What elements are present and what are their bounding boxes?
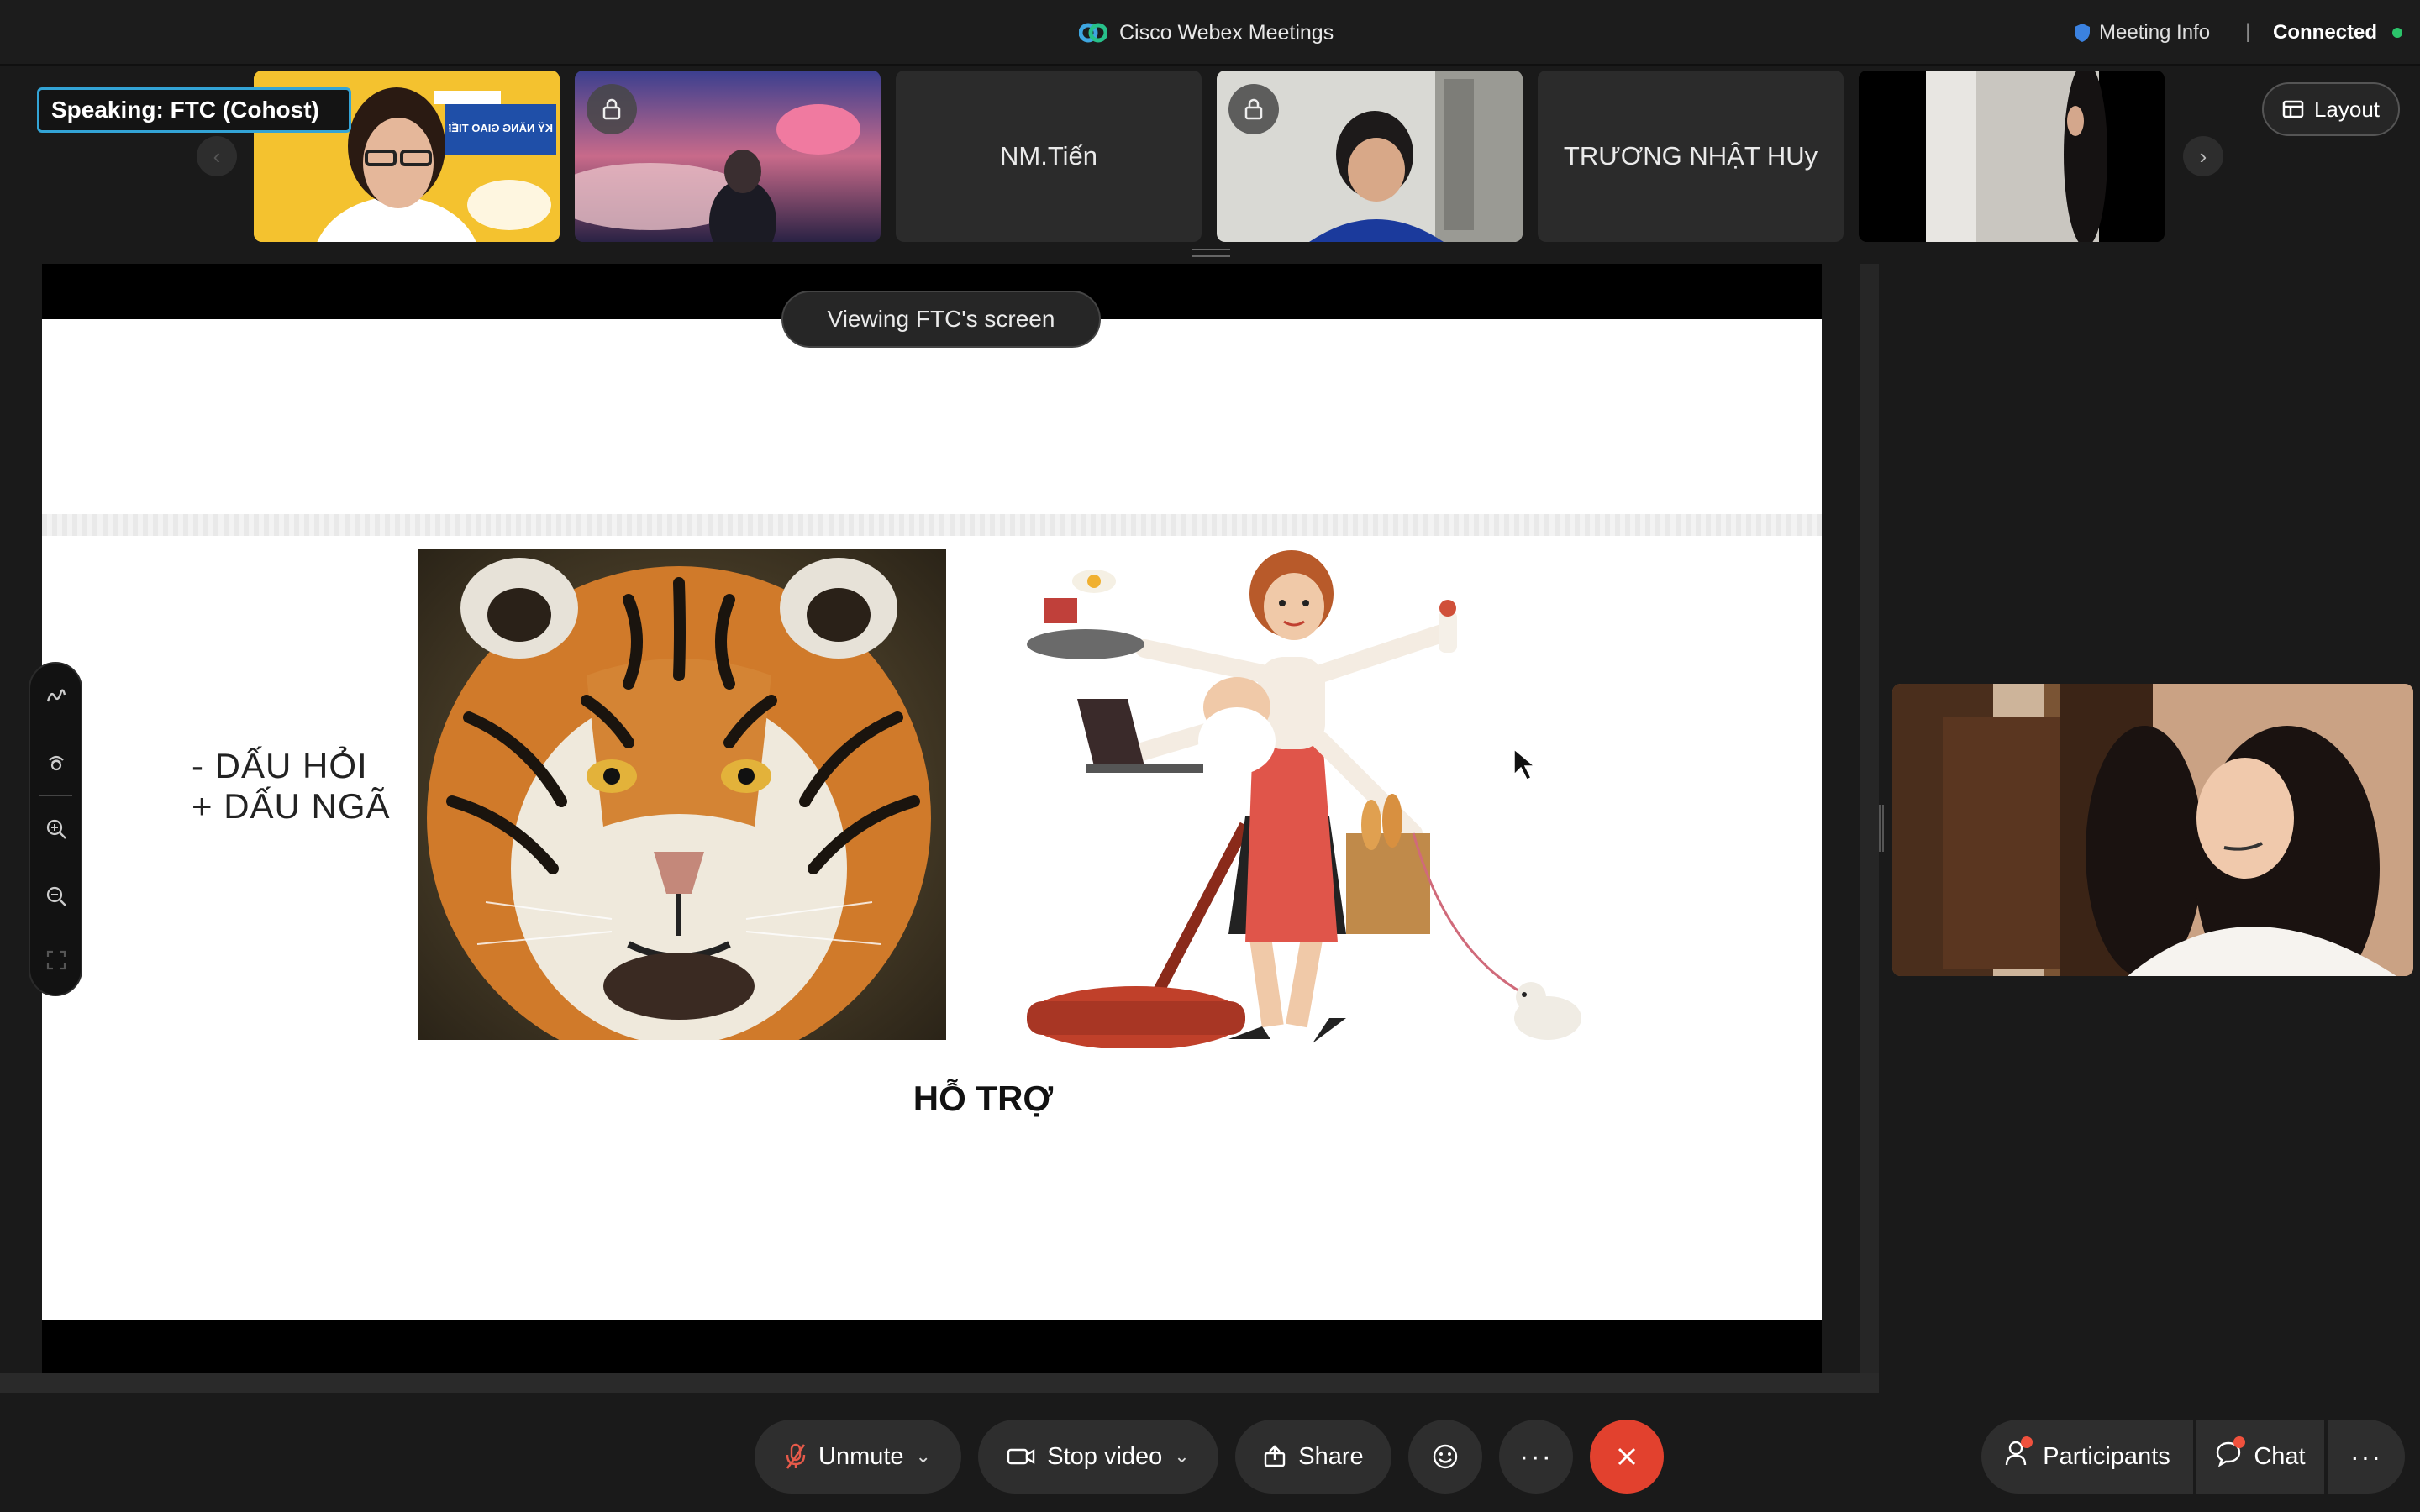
chevron-down-icon[interactable]: ⌄ xyxy=(1174,1446,1189,1467)
chat-label: Chat xyxy=(2254,1442,2306,1470)
webex-logo-icon xyxy=(1079,23,1107,43)
filmstrip-next-button[interactable]: › xyxy=(2183,136,2223,176)
connection-dot-icon xyxy=(2392,28,2403,38)
speaking-indicator: Speaking: FTC (Cohost) xyxy=(37,87,351,133)
more-panels-button[interactable]: ··· xyxy=(2328,1420,2405,1494)
lock-icon xyxy=(1228,84,1279,134)
pen-icon[interactable] xyxy=(42,682,71,711)
microphone-muted-icon xyxy=(786,1443,806,1469)
meeting-info-button[interactable]: Meeting Info xyxy=(2074,18,2210,47)
chat-button[interactable]: Chat xyxy=(2196,1420,2324,1494)
smiley-icon xyxy=(1433,1444,1458,1469)
participant-tile[interactable] xyxy=(1217,71,1523,242)
share-label: Share xyxy=(1298,1442,1364,1470)
slide-text: - DẤU HỎI + DẤU NGÃ xyxy=(192,746,391,827)
participant-tile[interactable]: TRƯƠNG NHẬT HUy xyxy=(1538,71,1844,242)
reactions-button[interactable] xyxy=(1408,1420,1482,1494)
participant-tile[interactable]: NM.Tiến xyxy=(896,71,1202,242)
horizontal-scrollbar[interactable] xyxy=(0,1373,1879,1393)
layout-label: Layout xyxy=(2313,96,2381,122)
zoom-in-icon[interactable] xyxy=(42,815,71,843)
toolbar-divider xyxy=(39,795,72,796)
video-camera-icon xyxy=(1007,1448,1035,1465)
chat-icon-wrap xyxy=(2215,1436,2246,1473)
layout-button[interactable]: Layout xyxy=(2262,82,2400,136)
layout-icon xyxy=(2282,100,2304,118)
vertical-scrollbar[interactable] xyxy=(1860,264,1879,1373)
woman-illustration xyxy=(976,548,1632,1048)
slide-caption: HỖ TRỢ xyxy=(913,1079,1054,1118)
chevron-left-icon: ‹ xyxy=(213,143,221,169)
slide-text-line: + DẤU NGÃ xyxy=(192,786,391,826)
more-horizontal-icon: ··· xyxy=(2350,1441,2382,1472)
more-horizontal-icon: ··· xyxy=(1519,1440,1553,1473)
leave-meeting-button[interactable] xyxy=(1590,1420,1664,1494)
participants-icon-wrap xyxy=(2004,1436,2033,1473)
title-separator: | xyxy=(2245,20,2251,43)
close-icon xyxy=(1618,1447,1636,1466)
panel-splitter[interactable] xyxy=(1879,805,1884,852)
shield-icon xyxy=(2075,24,2090,42)
thumbnail-banner: KỸ NĂNG GIAO TIẾP xyxy=(449,122,553,134)
annotation-toolbar xyxy=(29,662,82,996)
participant-tile[interactable] xyxy=(1859,71,2165,242)
tiger-illustration xyxy=(418,549,946,1040)
shared-slide: - DẤU HỎI + DẤU NGÃ HỖ TRỢ xyxy=(42,319,1822,1320)
participants-label: Participants xyxy=(2043,1442,2170,1470)
participants-button[interactable]: Participants xyxy=(1981,1420,2193,1494)
unmute-button[interactable]: Unmute ⌄ xyxy=(755,1420,961,1494)
app-title: Cisco Webex Meetings xyxy=(1079,18,1334,47)
share-button[interactable]: Share xyxy=(1235,1420,1392,1494)
participant-tile[interactable] xyxy=(575,71,881,242)
connection-status-label: Connected xyxy=(2273,21,2378,44)
app-title-text: Cisco Webex Meetings xyxy=(1119,20,1334,45)
chevron-right-icon: › xyxy=(2199,143,2207,169)
fit-screen-icon[interactable] xyxy=(42,946,71,974)
speaker-video-frame xyxy=(1892,684,2413,976)
filmstrip-resize-handle[interactable] xyxy=(1192,249,1230,257)
notification-dot-icon xyxy=(2233,1436,2246,1448)
zoom-out-icon[interactable] xyxy=(42,882,71,911)
laser-pointer-icon[interactable] xyxy=(42,749,71,778)
participant-video xyxy=(1859,71,2165,242)
filmstrip-prev-button[interactable]: ‹ xyxy=(197,136,237,176)
title-bar: Cisco Webex Meetings Meeting Info | Conn… xyxy=(0,0,2420,66)
slide-text-line: - DẤU HỎI xyxy=(192,746,368,785)
more-options-button[interactable]: ··· xyxy=(1499,1420,1573,1494)
unmute-label: Unmute xyxy=(818,1442,904,1470)
lock-icon xyxy=(587,84,637,134)
chevron-down-icon[interactable]: ⌄ xyxy=(916,1446,931,1467)
tiger-image xyxy=(418,549,946,1040)
viewing-screen-indicator: Viewing FTC's screen xyxy=(781,291,1101,348)
share-icon xyxy=(1265,1445,1286,1467)
active-speaker-video[interactable] xyxy=(1892,684,2413,976)
connection-status: Connected xyxy=(2273,18,2403,47)
multitasking-woman-image xyxy=(976,548,1632,1048)
participant-name: TRƯƠNG NHẬT HUy xyxy=(1563,141,1818,171)
participant-name: NM.Tiến xyxy=(1000,141,1097,171)
slide-divider-band xyxy=(42,514,1822,536)
meeting-info-label: Meeting Info xyxy=(2099,21,2211,44)
stop-video-button[interactable]: Stop video ⌄ xyxy=(978,1420,1218,1494)
stop-video-label: Stop video xyxy=(1047,1442,1163,1470)
